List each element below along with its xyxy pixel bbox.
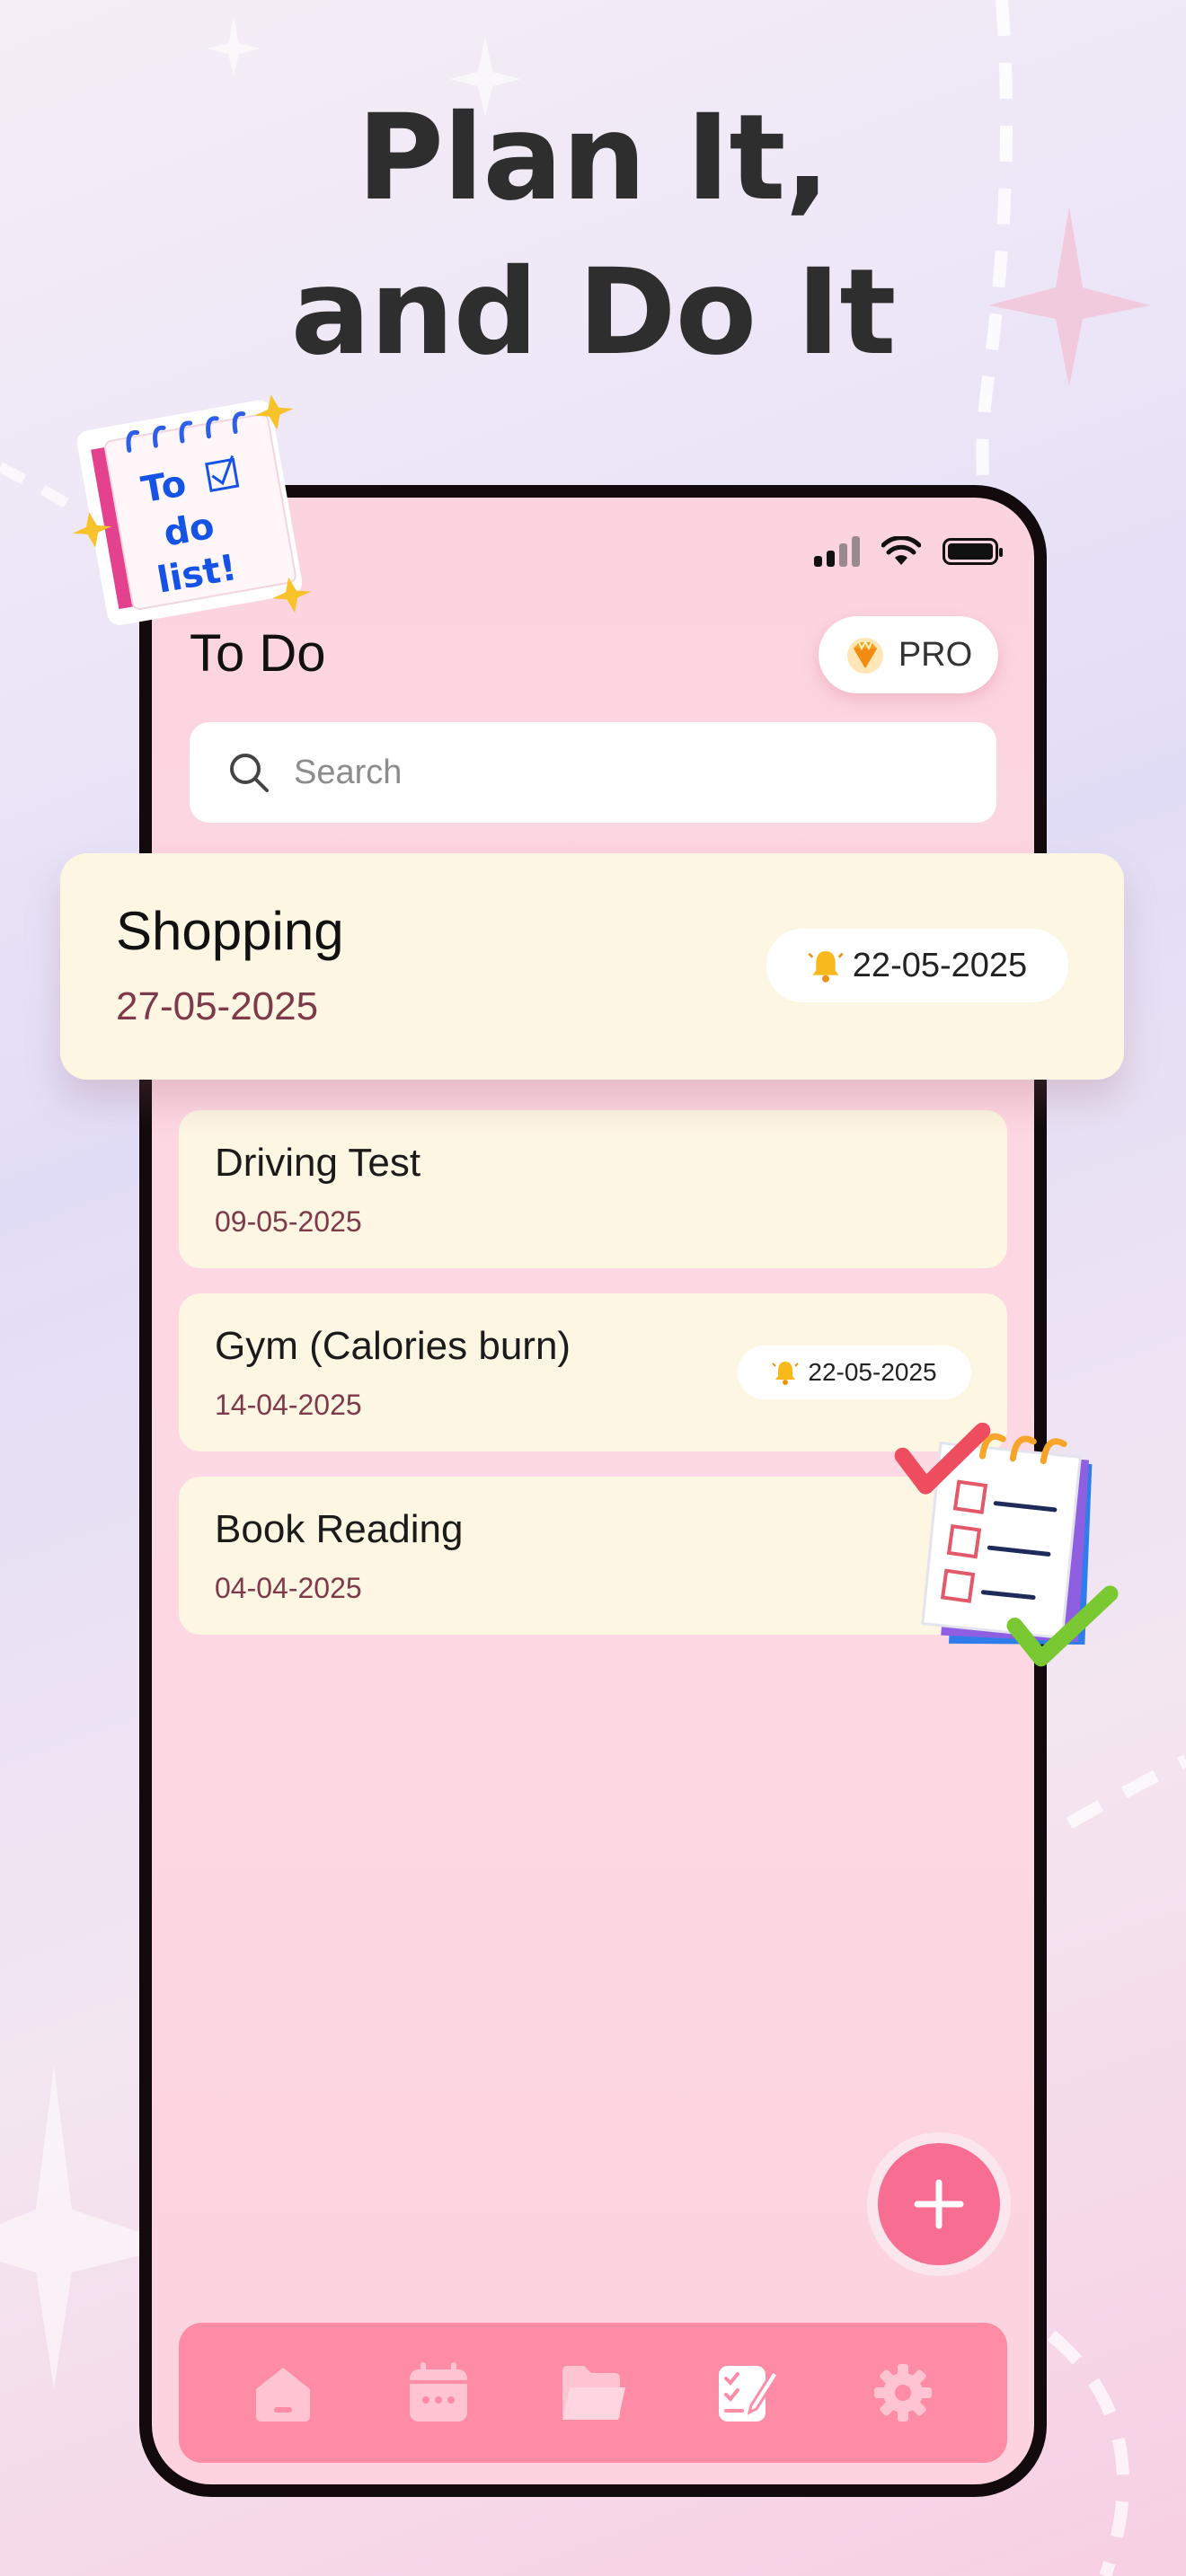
nav-settings[interactable] xyxy=(867,2357,939,2429)
gem-icon xyxy=(846,638,883,674)
folder-icon xyxy=(562,2366,625,2420)
signal-icon xyxy=(814,536,860,567)
task-title: Driving Test xyxy=(215,1141,421,1185)
task-card[interactable]: Book Reading 04-04-2025 xyxy=(179,1477,1007,1635)
featured-task-title: Shopping xyxy=(116,901,344,961)
sticker-word-2: do xyxy=(161,506,217,555)
plus-icon xyxy=(914,2179,964,2229)
reminder-badge: 22-05-2025 xyxy=(738,1345,971,1399)
nav-todo[interactable] xyxy=(712,2357,783,2429)
pro-button[interactable]: PRO xyxy=(819,616,998,693)
nav-home[interactable] xyxy=(247,2357,319,2429)
bottom-nav xyxy=(179,2323,1007,2463)
wifi-icon xyxy=(881,536,921,565)
task-date: 09-05-2025 xyxy=(215,1205,362,1238)
task-title: Gym (Calories burn) xyxy=(215,1324,571,1368)
calendar-icon xyxy=(409,2362,467,2422)
todo-icon xyxy=(719,2366,781,2422)
reminder-date: 22-05-2025 xyxy=(808,1358,937,1386)
todo-list-sticker: To do list! xyxy=(72,394,312,626)
headline: Plan It, and Do It xyxy=(0,81,1186,390)
home-icon xyxy=(256,2368,311,2422)
checklist-sticker xyxy=(894,1422,1119,1667)
battery-icon xyxy=(943,538,1003,565)
task-card[interactable]: Driving Test 09-05-2025 xyxy=(179,1110,1007,1268)
bell-icon xyxy=(772,1362,800,1385)
featured-reminder-date: 22-05-2025 xyxy=(852,946,1028,984)
add-task-button[interactable] xyxy=(867,2132,1011,2276)
search-bar[interactable]: Search xyxy=(190,722,996,823)
pro-label: PRO xyxy=(898,635,973,674)
status-bar xyxy=(814,534,1003,569)
search-icon xyxy=(230,754,269,792)
bell-icon xyxy=(808,951,844,983)
search-placeholder: Search xyxy=(294,753,403,791)
nav-calendar[interactable] xyxy=(403,2357,474,2429)
sticker-word-1: To xyxy=(138,463,190,511)
add-task-button-fill xyxy=(878,2143,1000,2265)
featured-task-card[interactable]: Shopping 27-05-2025 22-05-2025 xyxy=(60,853,1124,1080)
nav-folder[interactable] xyxy=(557,2357,629,2429)
headline-line-2: and Do It xyxy=(290,243,897,382)
settings-icon xyxy=(873,2364,932,2422)
headline-line-1: Plan It, xyxy=(357,89,829,227)
task-card[interactable]: Gym (Calories burn) 14-04-2025 22-05-202… xyxy=(179,1293,1007,1451)
task-date: 14-04-2025 xyxy=(215,1389,362,1421)
reminder-badge: 22-05-2025 xyxy=(766,929,1068,1002)
task-title: Book Reading xyxy=(215,1507,464,1551)
task-date: 04-04-2025 xyxy=(215,1572,362,1604)
featured-task-date: 27-05-2025 xyxy=(116,984,319,1028)
